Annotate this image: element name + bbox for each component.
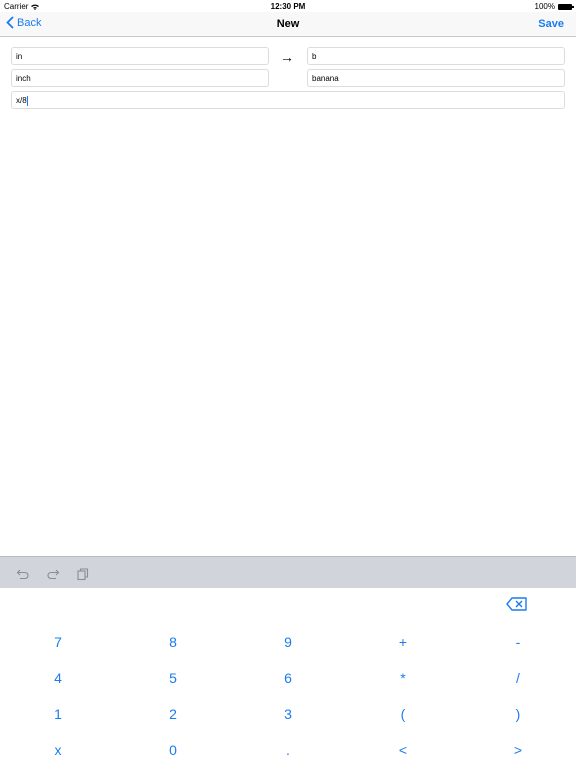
key-1[interactable]: 1 <box>28 702 88 726</box>
text-cursor <box>26 96 28 106</box>
key-divide[interactable]: / <box>488 666 548 690</box>
formula-value: x/8 <box>16 96 27 106</box>
battery-percent: 100% <box>534 2 555 11</box>
key-2[interactable]: 2 <box>143 702 203 726</box>
key-cursor-left[interactable]: < <box>373 738 433 762</box>
paste-icon[interactable] <box>76 567 90 581</box>
status-bar: Carrier 12:30 PM 100% <box>0 0 576 12</box>
formula-field[interactable]: x/8 <box>11 91 565 109</box>
backspace-icon[interactable] <box>506 596 528 612</box>
key-multiply[interactable]: * <box>373 666 433 690</box>
navigation-bar: Back New Save <box>0 12 576 37</box>
keypad: 7 8 9 + - 4 5 6 * / 1 2 3 ( ) x 0 . < > <box>0 588 576 768</box>
key-6[interactable]: 6 <box>258 666 318 690</box>
to-unit-name-value: banana <box>312 74 339 83</box>
key-9[interactable]: 9 <box>258 630 318 654</box>
key-x[interactable]: x <box>28 738 88 762</box>
key-minus[interactable]: - <box>488 630 548 654</box>
key-0[interactable]: 0 <box>143 738 203 762</box>
key-4[interactable]: 4 <box>28 666 88 690</box>
conversion-arrow: → <box>280 49 294 65</box>
key-7[interactable]: 7 <box>28 630 88 654</box>
from-unit-name-field[interactable]: inch <box>11 69 269 87</box>
to-unit-short-value: b <box>312 52 317 61</box>
from-unit-name-value: inch <box>16 74 31 83</box>
key-5[interactable]: 5 <box>143 666 203 690</box>
redo-icon[interactable] <box>46 567 60 581</box>
key-decimal[interactable]: . <box>258 738 318 762</box>
save-button[interactable]: Save <box>538 18 564 30</box>
page-title: New <box>276 18 300 30</box>
status-time: 12:30 PM <box>270 2 306 11</box>
key-3[interactable]: 3 <box>258 702 318 726</box>
keyboard-toolbar <box>0 556 576 588</box>
battery-indicator: 100% <box>534 2 574 11</box>
key-8[interactable]: 8 <box>143 630 203 654</box>
key-cursor-right[interactable]: > <box>488 738 548 762</box>
to-unit-name-field[interactable]: banana <box>307 69 565 87</box>
from-unit-short-value: in <box>16 52 23 61</box>
battery-icon <box>558 3 574 10</box>
key-close-paren[interactable]: ) <box>488 702 548 726</box>
key-open-paren[interactable]: ( <box>373 702 433 726</box>
key-plus[interactable]: + <box>373 630 433 654</box>
from-unit-short-field[interactable]: in <box>11 47 269 65</box>
to-unit-short-field[interactable]: b <box>307 47 565 65</box>
undo-icon[interactable] <box>16 567 30 581</box>
